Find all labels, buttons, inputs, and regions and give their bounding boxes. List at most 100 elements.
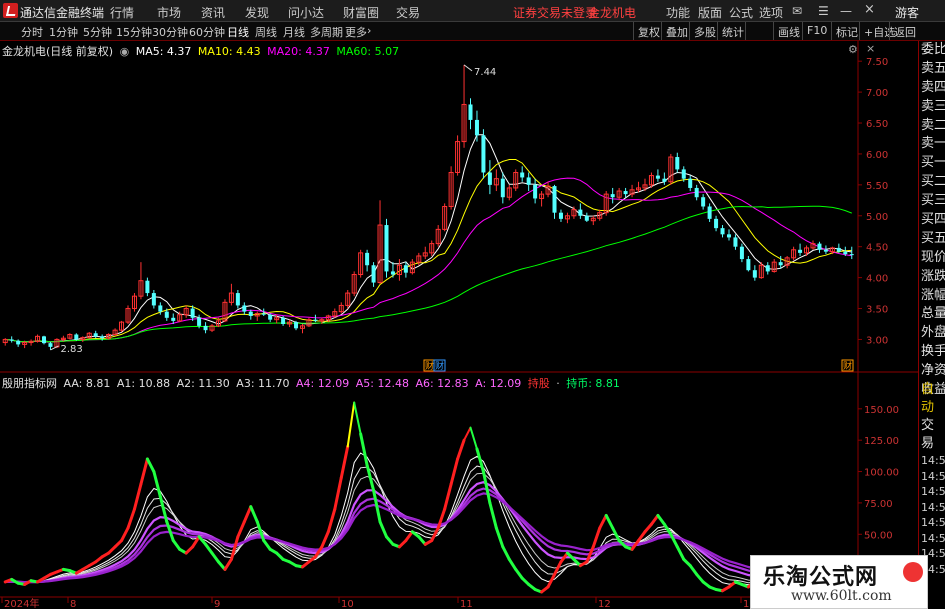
ma10-line	[5, 159, 852, 343]
candle-body-down	[707, 206, 712, 219]
indicator-aa-segment	[262, 539, 272, 551]
candle-body-down	[552, 186, 557, 213]
candle-body-down	[655, 175, 660, 179]
candle-body-down	[145, 280, 150, 294]
y-tick-label: 6.00	[866, 150, 888, 161]
candle-body-down	[733, 237, 738, 247]
finance-marker-label: 财	[435, 360, 444, 372]
candle-body-down	[158, 305, 163, 312]
candle-body-down	[662, 178, 667, 182]
candle-body-down	[268, 314, 273, 320]
side-item-bid-ratio[interactable]: 委比	[919, 41, 945, 60]
trade-time: 14:56	[921, 531, 945, 545]
ind-y-tick-label: 75.00	[864, 499, 893, 510]
indicator-aa-segment	[494, 526, 505, 549]
side-item-bid3[interactable]: 买三	[919, 192, 945, 211]
indicator-aa-segment	[120, 526, 130, 543]
ind-y-tick-label: 125.00	[864, 436, 899, 447]
candle-body-down	[823, 249, 828, 252]
y-tick-label: 5.00	[866, 212, 888, 223]
y-tick-label: 3.00	[866, 335, 888, 346]
candle-body-down	[610, 194, 615, 198]
indicator-aa-segment	[326, 507, 337, 534]
indicator-aa-segment	[210, 551, 220, 564]
trade-time: 14:56	[921, 469, 945, 483]
side-item-outer[interactable]: 外盘	[919, 324, 945, 343]
side-item-bid1[interactable]: 买一	[919, 154, 945, 173]
indicator-aa-segment	[598, 513, 608, 530]
x-tick-label: 1	[743, 599, 749, 609]
indicator-aa-segment	[333, 476, 343, 511]
side-item-volume[interactable]: 总量	[919, 305, 945, 324]
x-tick-label: 12	[598, 599, 611, 609]
candle-body-down	[584, 215, 589, 221]
watermark-url: www.60lt.com	[791, 588, 892, 604]
side-item-turnover[interactable]: 换手	[919, 343, 945, 362]
x-tick-label: 10	[341, 599, 354, 609]
x-tick-label: 9	[214, 599, 220, 609]
side-item-bid2[interactable]: 买二	[919, 173, 945, 192]
indicator-aa-segment	[145, 457, 156, 474]
candle-body-down	[778, 262, 783, 266]
side-item-change[interactable]: 涨跌	[919, 268, 945, 287]
indicator-a1-line	[5, 452, 865, 586]
candle-body-down	[242, 305, 247, 312]
indicator-aa-segment	[359, 432, 369, 467]
side-item-ask5[interactable]: 卖五	[919, 60, 945, 79]
candle-body-down	[100, 336, 105, 339]
candle-body-down	[93, 333, 98, 337]
indicator-aa-segment	[365, 463, 376, 492]
trade-time: 14:56	[921, 516, 945, 529]
indicator-aa-segment	[353, 401, 362, 435]
side-item-net-assets[interactable]: 净资	[919, 362, 945, 381]
ind-y-tick-label: 50.00	[864, 530, 893, 541]
indicator-aa-segment	[469, 426, 478, 450]
trade-time: 14:56	[921, 500, 945, 514]
indicator-aa-segment	[604, 513, 615, 530]
y-tick-label: 7.00	[866, 88, 888, 99]
candle-body-down	[390, 271, 395, 275]
side-item-price[interactable]: 现价	[919, 249, 945, 268]
indicator-aa-segment	[404, 530, 414, 543]
finance-marker-label: 财	[843, 360, 852, 372]
watermark: 乐淘公式网 www.60lt.com	[750, 555, 928, 609]
y-tick-label: 3.50	[866, 305, 888, 316]
candle-body-down	[16, 340, 21, 345]
side-item-bid5[interactable]: 买五	[919, 230, 945, 249]
side-item-ask1[interactable]: 卖一	[919, 135, 945, 154]
indicator-aa-segment	[139, 457, 149, 486]
side-item-ask3[interactable]: 卖三	[919, 98, 945, 117]
indicator-aa-segment	[449, 457, 460, 486]
y-tick-label: 4.50	[866, 243, 888, 254]
candle-body-down	[798, 249, 803, 253]
indicator-aa-segment	[339, 444, 350, 480]
indicator-aa-segment	[320, 530, 330, 549]
finance-marker-label: 财	[425, 360, 434, 372]
side-item-change-pct[interactable]: 涨幅	[919, 287, 945, 306]
candle-body-down	[675, 157, 680, 170]
watermark-title: 乐淘公式网	[763, 564, 879, 590]
candle-body-down	[235, 293, 240, 306]
ind-y-tick-label: 150.00	[864, 405, 899, 416]
auto-label[interactable]: 自动	[919, 381, 945, 417]
indicator-aa-segment	[223, 557, 233, 571]
candle-body-down	[203, 325, 208, 331]
candle-body-down	[533, 184, 538, 199]
indicator-aa-segment	[236, 520, 246, 539]
candle-body-down	[365, 252, 370, 266]
trade-label[interactable]: 交易	[919, 417, 945, 453]
y-tick-label: 7.50	[866, 57, 888, 68]
side-item-ask4[interactable]: 卖四	[919, 79, 945, 98]
candle-body-down	[694, 187, 699, 198]
candle-body-down	[688, 178, 693, 188]
x-tick-label: 8	[70, 599, 76, 609]
candle-body-down	[171, 317, 176, 321]
chart-svg[interactable]: 3.00 3.50 4.00 4.50 5.00 5.50 6.00 6.50 7.00 7.50…	[0, 0, 945, 609]
candle-body-down	[468, 104, 473, 120]
y-tick-label: 4.00	[866, 274, 888, 285]
candle-body-down	[281, 317, 286, 324]
candle-body-down	[42, 336, 47, 344]
candle-body-down	[849, 254, 854, 256]
side-item-bid4[interactable]: 买四	[919, 211, 945, 230]
side-item-ask2[interactable]: 卖二	[919, 117, 945, 136]
